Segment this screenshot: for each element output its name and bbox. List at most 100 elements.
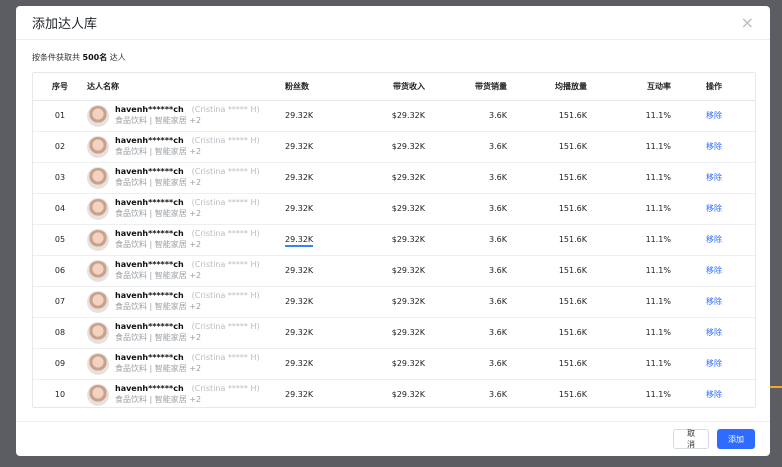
remove-link[interactable]: 移除 (706, 204, 722, 213)
creator-handle: havenh******ch (115, 136, 184, 145)
creator-name-line: havenh******ch (Cristina ***** H) (115, 166, 260, 177)
creator-real-name: (Cristina ***** H) (191, 136, 260, 145)
row-index: 02 (33, 131, 87, 163)
creator-handle: havenh******ch (115, 291, 184, 300)
row-index: 06 (33, 255, 87, 287)
creator-info: havenh******ch (Cristina ***** H) 食品饮料 | 智… (87, 197, 285, 220)
avg-plays-cell: 151.6K (507, 193, 587, 225)
row-index: 03 (33, 162, 87, 194)
creator-name-line: havenh******ch (Cristina ***** H) (115, 228, 260, 239)
creator-handle: havenh******ch (115, 322, 184, 331)
followers-cell: 29.32K (285, 317, 355, 349)
avatar (87, 228, 109, 251)
avg-plays-cell: 151.6K (507, 131, 587, 163)
followers-cell: 29.32K (285, 162, 355, 194)
creator-name-line: havenh******ch (Cristina ***** H) (115, 135, 260, 146)
remove-link[interactable]: 移除 (706, 142, 722, 151)
creator-real-name: (Cristina ***** H) (191, 105, 260, 114)
close-icon[interactable]: × (741, 14, 754, 31)
avg-plays-cell: 151.6K (507, 348, 587, 380)
table-row: 06 havenh******ch (Cristina ***** H) 食品饮料 |… (33, 255, 755, 287)
remove-link[interactable]: 移除 (706, 266, 722, 275)
sales-volume-cell: 3.6K (425, 162, 507, 194)
creator-name-line: havenh******ch (Cristina ***** H) (115, 383, 260, 394)
add-button[interactable]: 添加 (717, 429, 755, 449)
col-header-action: 操作 (671, 73, 755, 101)
avatar (87, 290, 109, 313)
creator-name-line: havenh******ch (Cristina ***** H) (115, 197, 260, 208)
action-cell: 移除 (671, 193, 755, 225)
followers-value: 29.32K (285, 235, 314, 247)
creator-cell: havenh******ch (Cristina ***** H) 食品饮料 | 智… (87, 193, 285, 225)
creator-tags: 食品饮料 | 智能家居 +2 (115, 395, 202, 404)
creator-cell: havenh******ch (Cristina ***** H) 食品饮料 | 智… (87, 255, 285, 287)
avatar (87, 383, 109, 406)
creator-info: havenh******ch (Cristina ***** H) 食品饮料 | 智… (87, 383, 285, 406)
followers-cell: 29.32K (285, 348, 355, 380)
avg-plays-cell: 151.6K (507, 100, 587, 132)
remove-link[interactable]: 移除 (706, 297, 722, 306)
creator-real-name: (Cristina ***** H) (191, 260, 260, 269)
creator-tags: 食品饮料 | 智能家居 +2 (115, 364, 202, 373)
creator-tags: 食品饮料 | 智能家居 +2 (115, 209, 202, 218)
table-row: 04 havenh******ch (Cristina ***** H) 食品饮料 |… (33, 193, 755, 225)
avg-plays-cell: 151.6K (507, 224, 587, 256)
remove-link[interactable]: 移除 (706, 390, 722, 399)
creator-text: havenh******ch (Cristina ***** H) 食品饮料 | 智… (115, 290, 260, 313)
remove-link[interactable]: 移除 (706, 111, 722, 120)
table-row: 02 havenh******ch (Cristina ***** H) 食品饮料 |… (33, 131, 755, 163)
creator-text: havenh******ch (Cristina ***** H) 食品饮料 | 智… (115, 352, 260, 375)
creator-info: havenh******ch (Cristina ***** H) 食品饮料 | 智… (87, 352, 285, 375)
creator-name-line: havenh******ch (Cristina ***** H) (115, 290, 260, 301)
action-cell: 移除 (671, 131, 755, 163)
creator-cell: havenh******ch (Cristina ***** H) 食品饮料 | 智… (87, 286, 285, 318)
creator-real-name: (Cristina ***** H) (191, 291, 260, 300)
engagement-cell: 11.1% (587, 286, 671, 318)
sales-income-cell: $29.32K (355, 379, 425, 407)
cancel-button[interactable]: 取消 (673, 429, 709, 449)
col-header-name: 达人名称 (87, 73, 285, 101)
creator-info: havenh******ch (Cristina ***** H) 食品饮料 | 智… (87, 290, 285, 313)
sales-income-cell: $29.32K (355, 100, 425, 132)
remove-link[interactable]: 移除 (706, 328, 722, 337)
followers-cell: 29.32K (285, 286, 355, 318)
table-header-row: 序号 达人名称 粉丝数 带货收入 带货销量 均播放量 互动率 操作 (33, 73, 755, 101)
action-cell: 移除 (671, 348, 755, 380)
sales-volume-cell: 3.6K (425, 193, 507, 225)
row-index: 08 (33, 317, 87, 349)
add-creator-dialog: 添加达人库 × 按条件获取共 500名 达人 序号 达人名称 粉丝数 带货收入 … (16, 6, 770, 456)
row-index: 05 (33, 224, 87, 256)
creator-cell: havenh******ch (Cristina ***** H) 食品饮料 | 智… (87, 131, 285, 163)
creator-handle: havenh******ch (115, 353, 184, 362)
row-index: 07 (33, 286, 87, 318)
summary-count: 500名 (82, 53, 108, 62)
remove-link[interactable]: 移除 (706, 235, 722, 244)
creator-real-name: (Cristina ***** H) (191, 384, 260, 393)
creator-tags: 食品饮料 | 智能家居 +2 (115, 116, 202, 125)
sales-volume-cell: 3.6K (425, 255, 507, 287)
creator-handle: havenh******ch (115, 198, 184, 207)
remove-link[interactable]: 移除 (706, 359, 722, 368)
sales-income-cell: $29.32K (355, 224, 425, 256)
remove-link[interactable]: 移除 (706, 173, 722, 182)
sales-volume-cell: 3.6K (425, 317, 507, 349)
followers-value: 29.32K (285, 297, 314, 306)
creator-name-line: havenh******ch (Cristina ***** H) (115, 104, 260, 115)
creator-handle: havenh******ch (115, 105, 184, 114)
dialog-title: 添加达人库 (32, 17, 98, 32)
action-cell: 移除 (671, 379, 755, 407)
followers-value: 29.32K (285, 111, 314, 120)
creator-text: havenh******ch (Cristina ***** H) 食品饮料 | 智… (115, 135, 260, 158)
creator-tags: 食品饮料 | 智能家居 +2 (115, 333, 202, 342)
summary-prefix: 按条件获取共 (32, 53, 80, 62)
creator-cell: havenh******ch (Cristina ***** H) 食品饮料 | 智… (87, 162, 285, 194)
followers-cell: 29.32K (285, 100, 355, 132)
creator-real-name: (Cristina ***** H) (191, 167, 260, 176)
table-row: 08 havenh******ch (Cristina ***** H) 食品饮料 |… (33, 317, 755, 349)
creator-tags: 食品饮料 | 智能家居 +2 (115, 271, 202, 280)
sales-volume-cell: 3.6K (425, 224, 507, 256)
dialog-footer: 取消 添加 (16, 421, 770, 456)
creator-name-line: havenh******ch (Cristina ***** H) (115, 352, 260, 363)
followers-value: 29.32K (285, 328, 314, 337)
sales-volume-cell: 3.6K (425, 348, 507, 380)
